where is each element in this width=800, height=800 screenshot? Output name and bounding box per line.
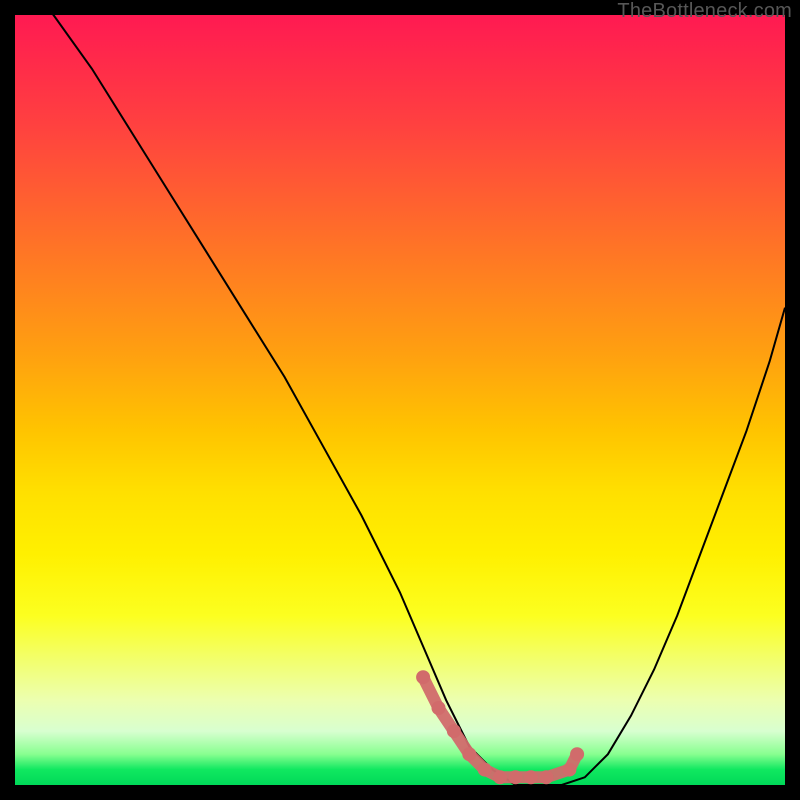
watermark-text: TheBottleneck.com	[617, 0, 792, 23]
curve-path	[15, 15, 785, 785]
optimal-range-dot	[562, 763, 576, 777]
optimal-range-dot	[539, 770, 553, 784]
optimal-range-dot	[478, 763, 492, 777]
bottleneck-curve-svg	[15, 15, 785, 785]
optimal-range-dot	[509, 770, 523, 784]
optimal-range-dot	[432, 701, 446, 715]
optimal-range-dot	[462, 747, 476, 761]
optimal-range-dot	[524, 770, 538, 784]
chart-plot-area	[15, 15, 785, 785]
optimal-range-dot	[447, 724, 461, 738]
chart-frame: TheBottleneck.com	[0, 0, 800, 800]
optimal-range-underlay	[423, 677, 577, 777]
optimal-range-dot	[570, 747, 584, 761]
optimal-range-dot	[416, 670, 430, 684]
optimal-range-dot	[493, 770, 507, 784]
